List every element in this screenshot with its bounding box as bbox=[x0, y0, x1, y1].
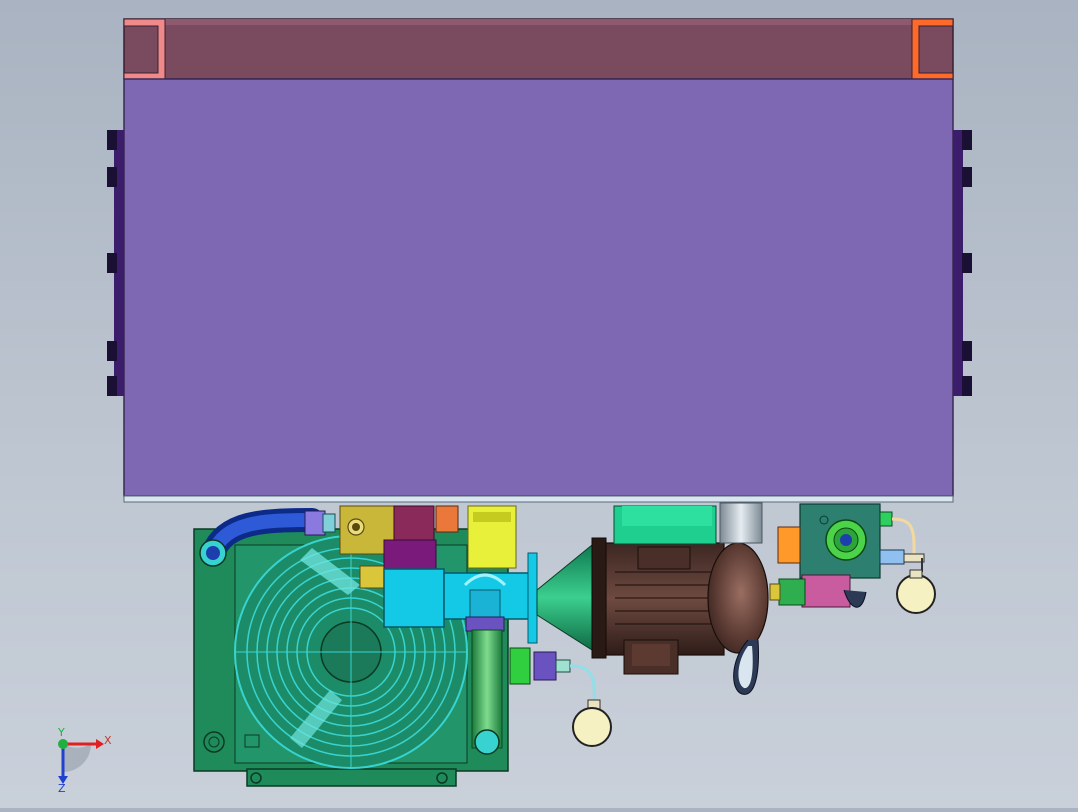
cad-viewport[interactable]: X Y Z bbox=[0, 0, 1078, 808]
pressure-gauge-upper[interactable] bbox=[896, 569, 936, 614]
x-axis-label: X bbox=[104, 734, 112, 747]
valve-block[interactable] bbox=[777, 503, 925, 579]
bellhousing[interactable] bbox=[527, 543, 593, 651]
y-axis-dot bbox=[58, 739, 68, 749]
solenoid-valve[interactable] bbox=[769, 574, 867, 608]
z-axis-label: Z bbox=[58, 782, 66, 795]
tank-body[interactable] bbox=[123, 78, 954, 503]
right-side-clamps bbox=[953, 130, 972, 396]
y-axis-label: Y bbox=[57, 726, 65, 739]
pressure-gauge-lower[interactable] bbox=[572, 699, 612, 747]
tank-top-rail[interactable] bbox=[123, 18, 954, 80]
coordinate-triad[interactable]: X Y Z bbox=[57, 726, 112, 795]
model-canvas[interactable]: X Y Z bbox=[0, 0, 1078, 808]
terminal-box[interactable] bbox=[613, 505, 717, 545]
left-side-clamps bbox=[107, 130, 124, 396]
